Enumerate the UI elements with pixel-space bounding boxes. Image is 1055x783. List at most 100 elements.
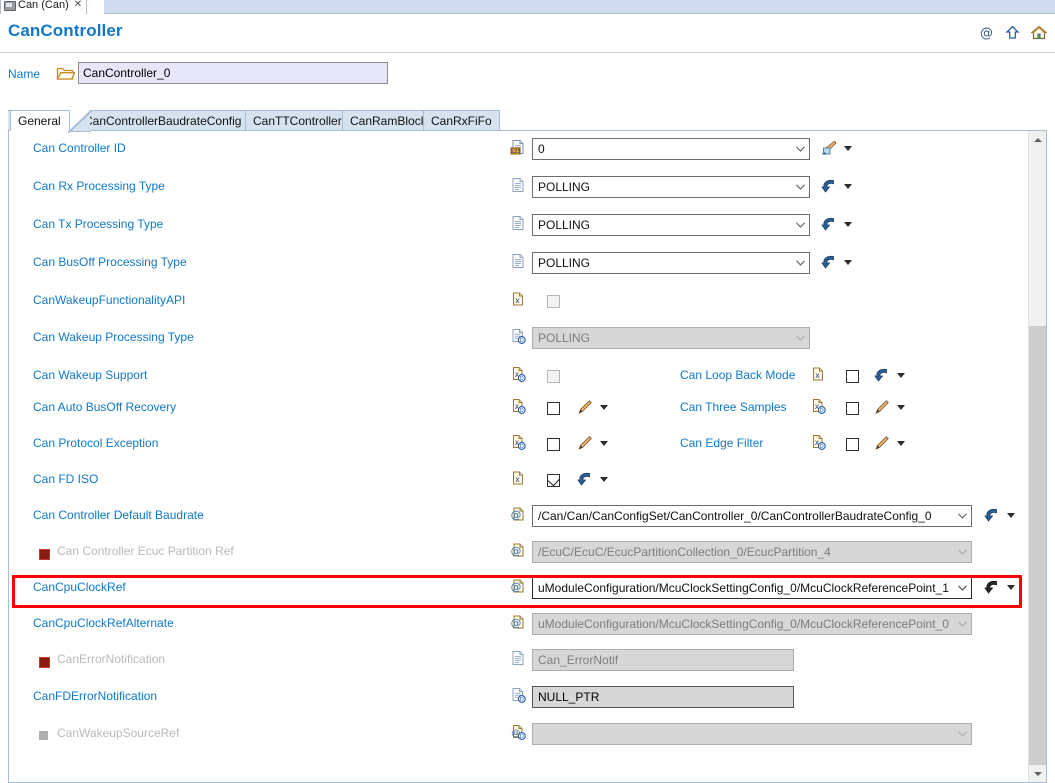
page-title: CanController [8,21,123,40]
row-can-controller-id: Can Controller ID 123 0 [9,134,1029,166]
checkbox-can-edge-filter[interactable] [846,438,859,451]
combo-can-busoff-processing-type[interactable]: POLLING [532,252,810,274]
blue-arrow-icon[interactable] [821,254,837,270]
header-divider [0,52,1055,53]
svg-text:x: x [515,296,520,305]
folder-icon[interactable] [56,65,76,84]
optional-marker-icon [39,731,48,740]
row-can-controller-default-baudrate: Can Controller Default Baudrate @ /Can/C… [9,501,1029,533]
blue-arrow-icon[interactable] [577,471,593,487]
svg-text:@: @ [511,546,522,558]
label-canwakeupsourceref: CanWakeupSourceRef [57,726,180,740]
label-canwakeupfunctionalityapi: CanWakeupFunctionalityAPI [33,293,186,307]
combo-canwakeupsourceref [532,723,972,745]
dropdown-caret-icon[interactable] [897,405,905,410]
dropdown-caret-icon[interactable] [600,405,608,410]
combo-cancpuclockref[interactable]: uModuleConfiguration/McuClockSettingConf… [532,577,972,599]
can-controller-editor: Can (Can) ✕ CanController @ Name CanCont… [0,0,1055,783]
dropdown-caret-icon[interactable] [844,184,852,189]
label-can-three-samples: Can Three Samples [680,400,787,414]
label-canerrornotification: CanErrorNotification [57,652,166,666]
blue-arrow-icon[interactable] [984,579,1000,595]
label-can-fd-iso: Can FD ISO [33,472,99,486]
dropdown-caret-icon[interactable] [600,477,608,482]
at-icon[interactable]: @ [979,25,994,43]
checkbox-can-fd-iso[interactable] [547,473,561,487]
chevron-down-icon [958,621,967,627]
dropdown-caret-icon[interactable] [844,146,852,151]
row-can-rx-processing-type: Can Rx Processing Type POLLING [9,172,1029,204]
row-can-wakeup-processing-type: Can Wakeup Processing Type D POLLING [9,323,1029,355]
svg-text:D: D [520,444,524,450]
blue-arrow-icon[interactable] [821,216,837,232]
combo-can-controller-default-baudrate[interactable]: /Can/Can/CanConfigSet/CanController_0/Ca… [532,505,972,527]
tab-cancontrollerbaudrateconfig[interactable]: CanControllerBaudrateConfig [76,110,250,131]
doc-x-icon: x [510,291,526,307]
row-cancpuclockrefalternate: CanCpuClockRefAlternate @ uModuleConfigu… [9,609,1029,641]
header-icon-group: @ [979,25,1048,43]
doc-icon [510,215,526,231]
svg-text:D: D [520,697,524,703]
scroll-track-upper[interactable] [1029,148,1046,326]
scroll-down-button[interactable] [1029,765,1046,782]
svg-text:D: D [820,444,824,450]
label-can-tx-processing-type: Can Tx Processing Type [33,217,164,231]
dropdown-caret-icon[interactable] [1007,513,1015,518]
row-cancpuclockref: CanCpuClockRef @ uModuleConfiguration/Mc… [9,573,1029,605]
dropdown-caret-icon[interactable] [844,260,852,265]
editor-tab-can[interactable]: Can (Can) ✕ [0,0,88,14]
label-can-controller-default-baudrate: Can Controller Default Baudrate [33,508,204,522]
row-canerrornotification: CanErrorNotification Can_ErrorNotif [9,645,1029,677]
blue-arrow-icon[interactable] [984,507,1000,523]
close-icon[interactable]: ✕ [74,0,82,10]
label-can-controller-id: Can Controller ID [33,141,126,155]
pencil-icon[interactable] [874,435,890,451]
name-row: Name [0,62,1055,90]
pencil-icon[interactable] [874,399,890,415]
at-doc-icon: @ [510,542,526,558]
combo-value: POLLING [538,331,591,345]
at-doc-derived-icon: @ D [510,724,526,740]
scroll-thumb[interactable] [1029,326,1046,765]
combo-can-controller-id[interactable]: 0 [532,138,810,160]
row-can-busoff-processing-type: Can BusOff Processing Type POLLING [9,248,1029,280]
tab-canramblock[interactable]: CanRamBlock [342,110,435,131]
combo-can-rx-processing-type[interactable]: POLLING [532,176,810,198]
svg-text:D: D [520,338,524,344]
tab-canrxfifo[interactable]: CanRxFiFo [423,110,500,131]
tab-general[interactable]: General [10,110,70,131]
svg-text:D: D [820,408,824,414]
combo-can-tx-processing-type[interactable]: POLLING [532,214,810,236]
svg-text:@: @ [511,582,522,594]
tab-canttcontroller[interactable]: CanTTController [245,110,350,131]
name-label: Name [8,67,41,81]
checkbox-can-auto-busoff-recovery[interactable] [547,402,560,415]
label-cancpuclockrefalternate: CanCpuClockRefAlternate [33,616,174,630]
blue-arrow-icon[interactable] [874,367,890,383]
dropdown-caret-icon[interactable] [844,222,852,227]
checkbox-can-protocol-exception[interactable] [547,438,560,451]
dropdown-caret-icon[interactable] [897,441,905,446]
textbox-canfderrornotification[interactable]: NULL_PTR [532,686,794,708]
dropdown-caret-icon[interactable] [1007,585,1015,590]
blue-arrow-icon[interactable] [821,178,837,194]
dropdown-caret-icon[interactable] [897,373,905,378]
pencil-icon[interactable] [577,399,593,415]
doc-x-derived-icon: x D [810,398,826,414]
up-arrow-icon[interactable] [1005,25,1020,43]
doc-x-derived-icon: x D [810,434,826,450]
row-can-fd-iso: Can FD ISO x [9,465,1029,497]
vertical-scrollbar[interactable] [1028,131,1046,782]
checkbox-can-three-samples[interactable] [846,402,859,415]
pencil-icon[interactable] [577,435,593,451]
name-input[interactable] [78,62,388,84]
paint-icon[interactable] [821,140,837,156]
combo-can-controller-ecuc-partition-ref: /EcuC/EcuC/EcucPartitionCollection_0/Ecu… [532,541,972,563]
dropdown-caret-icon[interactable] [600,441,608,446]
checkbox-can-loop-back-mode[interactable] [846,370,859,383]
scroll-up-button[interactable] [1029,131,1046,148]
form-area: Can Controller ID 123 0 Can Rx Processin… [9,131,1029,782]
combo-cancpuclockrefalternate: uModuleConfiguration/McuClockSettingConf… [532,613,972,635]
home-icon[interactable] [1030,25,1048,43]
row-can-tx-processing-type: Can Tx Processing Type POLLING [9,210,1029,242]
